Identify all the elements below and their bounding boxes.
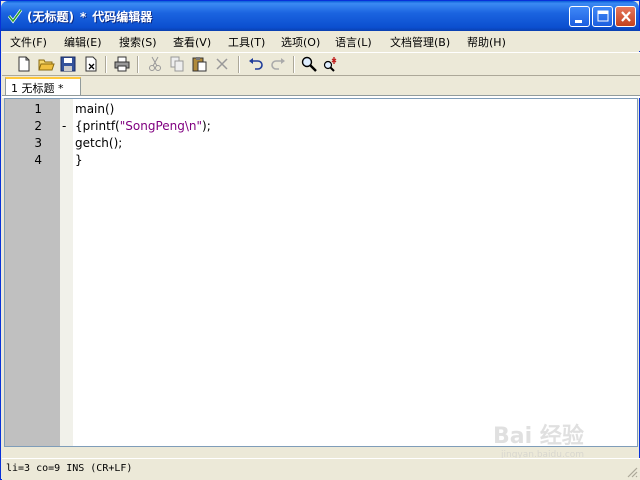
menu-options[interactable]: 选项(O)	[281, 34, 320, 50]
title-document: (无标题)	[27, 10, 74, 24]
app-checkmark-icon	[7, 9, 23, 24]
save-icon[interactable]	[59, 55, 77, 73]
line-number: 4	[34, 153, 42, 167]
cursor-status: li=3 co=9 INS (CR+LF)	[6, 463, 133, 474]
baidu-watermark: Bai 经验 jingyan.baidu.com	[493, 408, 613, 464]
close-icon	[621, 11, 631, 22]
maximize-icon	[597, 10, 609, 22]
code-line: }	[75, 153, 83, 167]
replace-icon[interactable]	[322, 55, 340, 73]
fold-margin[interactable]	[60, 99, 73, 446]
code-text: );	[202, 119, 211, 133]
maximize-button[interactable]	[592, 6, 613, 27]
minimize-icon	[575, 20, 582, 23]
cut-icon[interactable]	[146, 55, 164, 73]
redo-icon[interactable]	[269, 55, 287, 73]
line-number: 1	[34, 102, 42, 116]
menu-help[interactable]: 帮助(H)	[467, 34, 506, 50]
code-editor[interactable]: 1 2 3 4 - main() {printf("SongPeng\n"); …	[4, 98, 638, 447]
menu-document-manager[interactable]: 文档管理(B)	[390, 34, 450, 50]
menu-tools[interactable]: 工具(T)	[228, 34, 265, 50]
status-bar: li=3 co=9 INS (CR+LF)	[2, 458, 640, 480]
window-title: (无标题) * 代码编辑器	[27, 8, 152, 25]
undo-icon[interactable]	[247, 55, 265, 73]
toolbar-separator	[105, 56, 107, 73]
code-line: getch();	[75, 136, 122, 150]
delete-icon[interactable]	[213, 55, 231, 73]
tab-untitled[interactable]: 1 无标题 *	[5, 77, 81, 96]
editor-window: (无标题) * 代码编辑器 文件(F) 编辑(E) 搜索(S) 查看(V) 工具(T…	[0, 0, 640, 480]
line-number-gutter	[5, 99, 60, 446]
paste-icon[interactable]	[190, 55, 208, 73]
close-file-icon[interactable]	[82, 55, 100, 73]
document-tabs: 1 无标题 *	[2, 76, 640, 96]
line-number: 3	[34, 136, 42, 150]
toolbar-separator	[293, 56, 295, 73]
code-line: {printf("SongPeng\n");	[75, 119, 211, 133]
string-literal: "SongPeng\n"	[119, 119, 203, 133]
menu-bar: 文件(F) 编辑(E) 搜索(S) 查看(V) 工具(T) 选项(O) 语言(L…	[2, 31, 640, 51]
toolbar-separator	[137, 56, 139, 73]
menu-edit[interactable]: 编辑(E)	[64, 34, 102, 50]
toolbar	[2, 52, 640, 76]
print-icon[interactable]	[113, 55, 131, 73]
title-bar[interactable]: (无标题) * 代码编辑器	[1, 1, 639, 31]
toolbar-separator	[238, 56, 240, 73]
minimize-button[interactable]	[569, 6, 590, 27]
line-number: 2	[34, 119, 42, 133]
fold-toggle[interactable]: -	[62, 119, 66, 133]
copy-icon[interactable]	[168, 55, 186, 73]
find-icon[interactable]	[300, 55, 318, 73]
new-file-icon[interactable]	[15, 55, 33, 73]
watermark-logo-text: Bai 经验	[493, 424, 584, 449]
menu-view[interactable]: 查看(V)	[173, 34, 211, 50]
open-folder-icon[interactable]	[37, 55, 55, 73]
code-text: getch();	[75, 136, 123, 150]
code-text: }	[75, 153, 83, 167]
code-text: main()	[75, 102, 115, 116]
title-app-name: 代码编辑器	[92, 10, 153, 24]
resize-grip-icon[interactable]	[626, 466, 638, 478]
menu-language[interactable]: 语言(L)	[335, 34, 372, 50]
menu-file[interactable]: 文件(F)	[10, 34, 47, 50]
menu-search[interactable]: 搜索(S)	[119, 34, 157, 50]
code-text: {printf(	[75, 119, 120, 133]
close-button[interactable]	[615, 6, 636, 27]
code-line: main()	[75, 102, 114, 116]
title-modified-mark: *	[79, 10, 87, 24]
